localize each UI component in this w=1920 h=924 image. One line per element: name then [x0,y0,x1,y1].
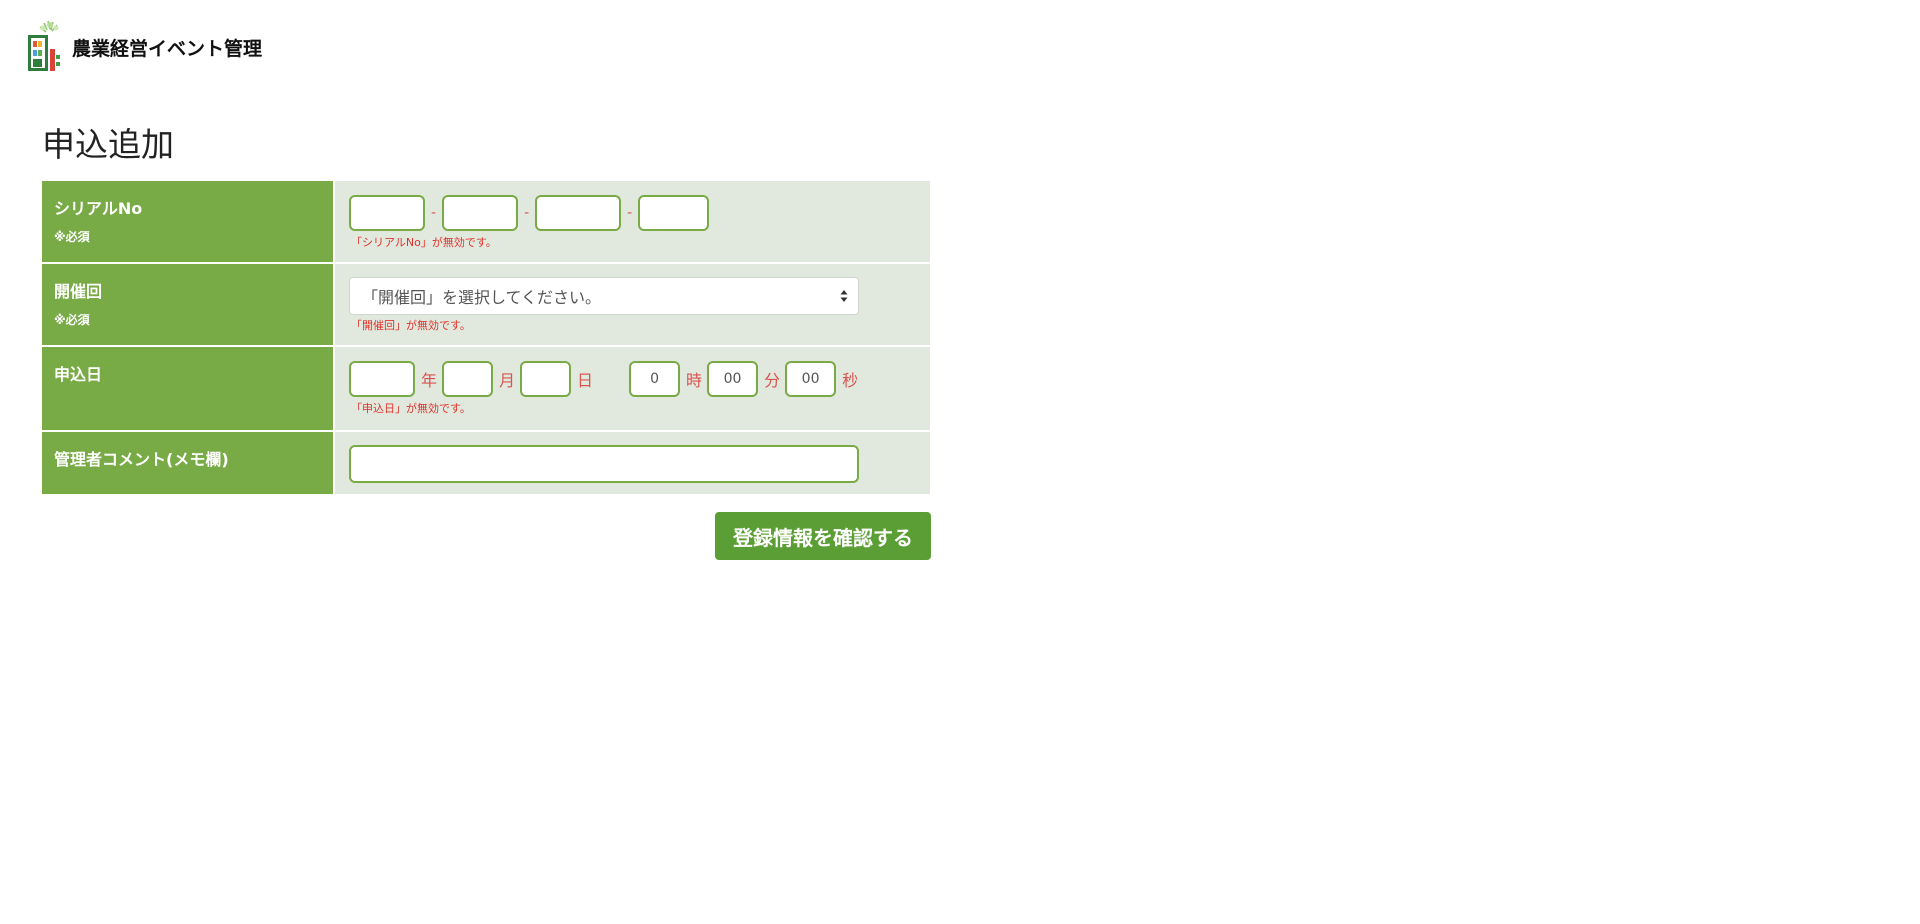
minute-unit: 分 [764,371,781,390]
serial-part-4-input[interactable] [638,195,710,231]
serial-separator: - [627,205,633,221]
serial-error-message: 「シリアルNo」が無効です。 [351,236,497,249]
hour-unit: 時 [686,371,703,390]
farm-building-icon [26,19,70,73]
apply-date-error-message: 「申込日」が無効です。 [351,402,471,415]
hour-input[interactable] [629,361,681,397]
day-unit: 日 [577,371,594,390]
serial-field-cell: - - - 「シリアルNo」が無効です。 [334,181,930,264]
session-error-message: 「開催回」が無効です。 [351,319,471,332]
comment-label: 管理者コメント(メモ欄) [54,450,229,469]
second-input[interactable] [785,361,837,397]
application-form: シリアルNo ※必須 - - - 「シリアルNo」が無効です。 開催回 ※必須 [42,181,930,496]
session-label: 開催回 [54,282,103,301]
comment-row: 管理者コメント(メモ欄) [42,431,930,496]
session-row: 開催回 ※必須 「開催回」を選択してください。 「開催回」が無効です。 [42,263,930,347]
required-note: ※必須 [54,230,90,244]
serial-separator: - [524,205,530,221]
session-select[interactable]: 「開催回」を選択してください。 [349,277,859,315]
serial-label-cell: シリアルNo ※必須 [42,181,335,264]
comment-label-cell: 管理者コメント(メモ欄) [42,431,335,496]
comment-field-cell [334,431,930,496]
serial-part-1-input[interactable] [349,195,425,231]
session-field-cell: 「開催回」を選択してください。 「開催回」が無効です。 [334,263,930,347]
serial-part-2-input[interactable] [442,195,519,231]
admin-comment-input[interactable] [349,445,859,483]
year-input[interactable] [349,361,415,397]
apply-date-field-cell: 年 月 日 時 分 秒 「申込日」が無効です。 [334,346,930,432]
serial-label: シリアルNo [54,199,143,218]
second-unit: 秒 [842,371,859,390]
apply-date-row: 申込日 年 月 日 時 分 秒 「申込日」が無効です。 [42,346,930,432]
serial-separator: - [431,205,437,221]
year-unit: 年 [421,371,438,390]
app-header: 農業経営イベント管理 [26,18,262,74]
session-select-value: 「開催回」を選択してください。 [362,288,602,307]
session-label-cell: 開催回 ※必須 [42,263,335,347]
month-input[interactable] [442,361,494,397]
required-note: ※必須 [54,313,90,327]
serial-row: シリアルNo ※必須 - - - 「シリアルNo」が無効です。 [42,181,930,264]
month-unit: 月 [499,371,516,390]
page-title: 申込追加 [42,125,174,164]
confirm-registration-button[interactable]: 登録情報を確認する [715,512,931,560]
serial-part-3-input[interactable] [535,195,622,231]
app-title: 農業経営イベント管理 [72,37,263,60]
minute-input[interactable] [707,361,759,397]
sort-arrows-icon [840,290,848,302]
apply-date-label: 申込日 [54,365,103,384]
apply-date-label-cell: 申込日 [42,346,335,432]
day-input[interactable] [520,361,572,397]
